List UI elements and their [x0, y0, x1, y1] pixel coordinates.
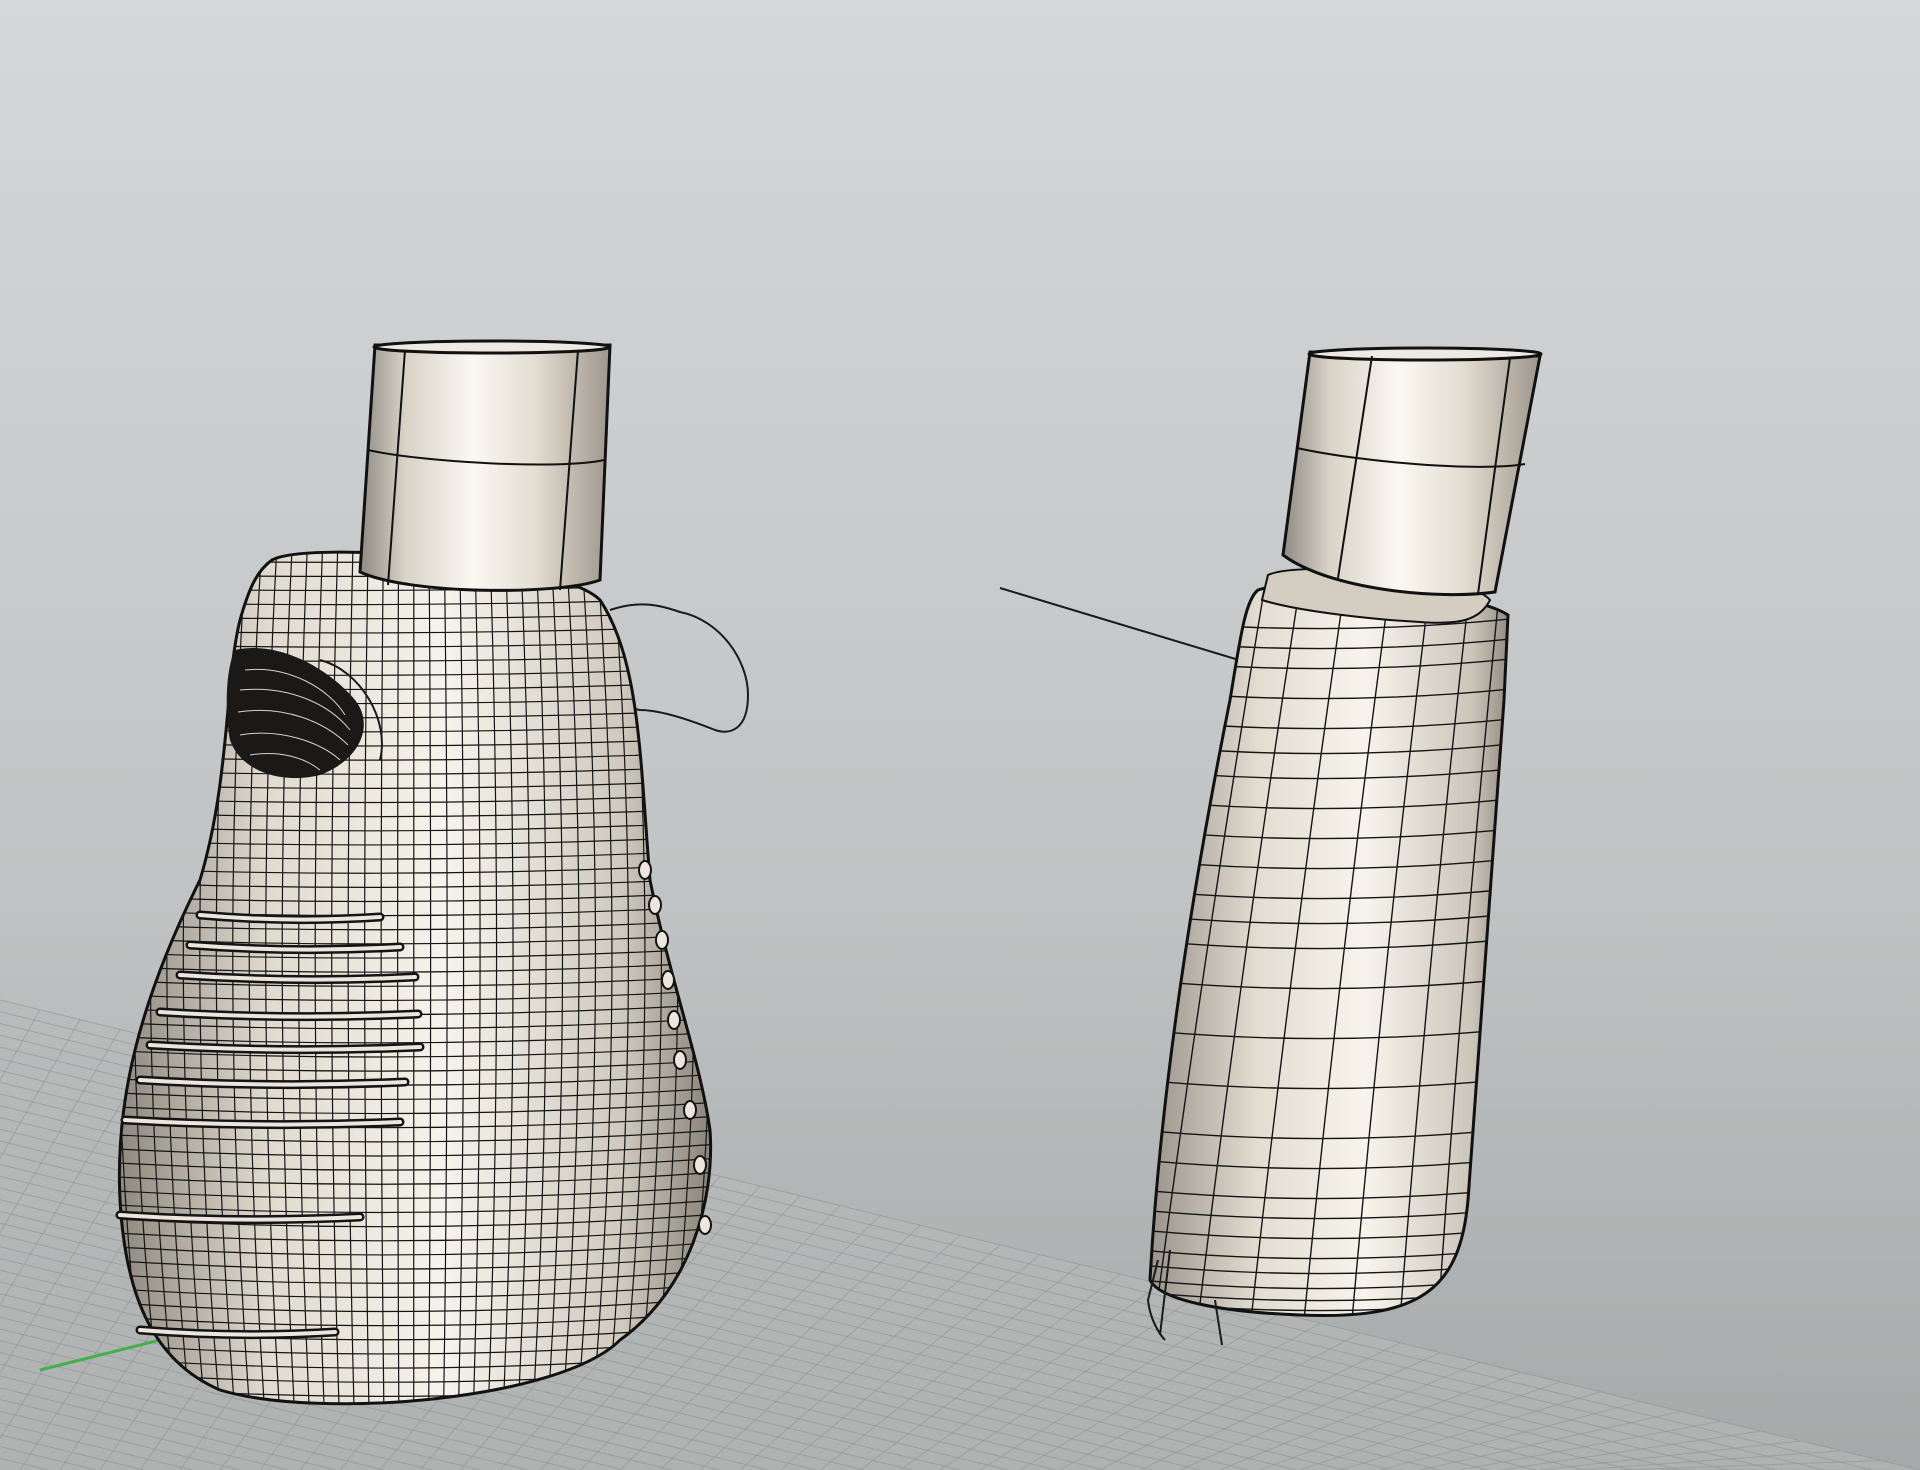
bump [655, 930, 669, 950]
bump [683, 1100, 697, 1120]
bump [698, 1215, 712, 1235]
3d-viewport[interactable] [0, 0, 1920, 1470]
bump [673, 1050, 687, 1070]
bump [693, 1155, 707, 1175]
bottle-neck-cylinder-right[interactable] [1281, 346, 1543, 597]
bump [648, 895, 662, 915]
bump [667, 1010, 681, 1030]
bump [638, 860, 652, 880]
bottle-neck-cylinder-left[interactable] [358, 339, 612, 592]
bump [661, 970, 675, 990]
scene-canvas[interactable] [0, 0, 1920, 1470]
